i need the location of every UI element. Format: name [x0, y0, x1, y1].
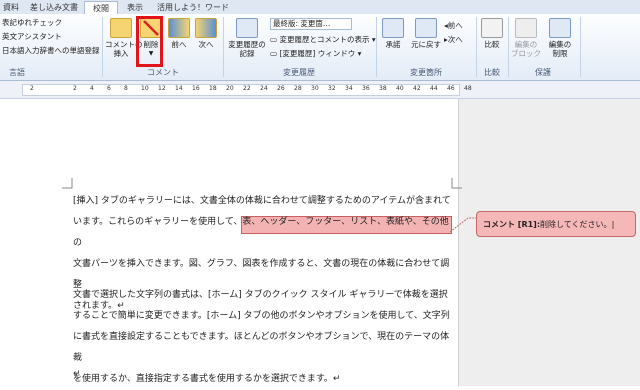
reviewing-pane-button[interactable]: ▭ [変更履歴] ウィンドウ ▾ [270, 48, 361, 59]
previous-comment-button[interactable]: 前へ [168, 18, 190, 49]
ruler-number: 48 [464, 85, 472, 92]
ruler-number: 26 [277, 85, 285, 92]
ruler-number: 22 [243, 85, 251, 92]
markup-area [458, 99, 640, 386]
group-label-language: 言語 [9, 68, 25, 77]
compare-button[interactable]: 比較 [480, 18, 504, 49]
block-authors-icon [515, 18, 537, 38]
previous-arrow-icon [168, 18, 190, 38]
restrict-editing-button[interactable]: 編集の 制限 [544, 18, 576, 58]
group-label-tracking: 変更履歴 [283, 68, 315, 77]
new-comment-button[interactable]: コメントの 挿入 [105, 18, 143, 58]
accept-button[interactable]: 承諾 [380, 18, 406, 49]
comment-balloon[interactable]: コメント [R1]:削除してください。| [476, 211, 636, 237]
group-label-compare: 比較 [484, 68, 500, 77]
comment-connector [450, 217, 478, 233]
comment-author-label: コメント [R1]: [483, 220, 541, 229]
ribbon: 表記ゆれチェック 英文アシスタント 日本語入力辞書への単語登録 言語 コメントの… [0, 14, 640, 81]
group-label-protect: 保護 [535, 68, 551, 77]
show-markup-button[interactable]: ▭ 変更履歴とコメントの表示 ▾ [270, 34, 376, 45]
divider [376, 17, 377, 77]
compare-icon [481, 18, 503, 38]
english-assistant[interactable]: 英文アシスタント [2, 31, 62, 42]
ruler-number: 44 [430, 85, 438, 92]
ruler-number: 28 [294, 85, 302, 92]
block-authors-button[interactable]: 編集の ブロック [510, 18, 542, 58]
ruler-number: 32 [328, 85, 336, 92]
ruler-number: 2 [30, 85, 34, 92]
track-changes-icon [236, 18, 258, 38]
track-changes-button[interactable]: 変更履歴の 記録 [226, 18, 268, 58]
divider [580, 17, 581, 77]
ruler-number: 16 [192, 85, 200, 92]
page-corner-mark [451, 178, 462, 189]
ruler-number: 36 [362, 85, 370, 92]
reject-button[interactable]: 元に戻す [408, 18, 444, 49]
ruler-number: 46 [447, 85, 455, 92]
divider [476, 17, 477, 77]
spelling-variation-check[interactable]: 表記ゆれチェック [2, 17, 62, 28]
ruler-number: 4 [90, 85, 94, 92]
ruler-number: 40 [396, 85, 404, 92]
page-corner-mark [62, 178, 73, 189]
ribbon-tab-bar: 資料 差し込み文書 校閲 表示 活用しよう！ワード [0, 0, 640, 16]
reject-icon [415, 18, 437, 38]
accept-check-icon [382, 18, 404, 38]
ruler-number: 14 [175, 85, 183, 92]
ruler-number: 42 [413, 85, 421, 92]
comment-text[interactable]: 削除してください。 [540, 220, 612, 229]
divider [102, 17, 103, 77]
ruler-number: 6 [107, 85, 111, 92]
ruler-number: 18 [209, 85, 217, 92]
highlight-box [136, 16, 163, 67]
next-arrow-icon [195, 18, 217, 38]
ruler-strip [22, 84, 460, 96]
tab-view[interactable]: 表示 [120, 1, 150, 14]
divider [508, 17, 509, 77]
tab-references[interactable]: 資料 [0, 1, 22, 14]
restrict-editing-icon [549, 18, 571, 38]
next-change-button[interactable]: ▸次へ [444, 34, 463, 45]
new-comment-icon [110, 18, 132, 38]
display-for-review-dropdown[interactable]: 最終版: 変更箇… [270, 18, 352, 30]
ruler-number: 38 [379, 85, 387, 92]
ruler-number: 30 [311, 85, 319, 92]
ruler-number: 24 [260, 85, 268, 92]
group-label-comments: コメント [147, 68, 179, 77]
next-comment-button[interactable]: 次へ [195, 18, 217, 49]
ruler-number: 12 [158, 85, 166, 92]
ruler-number: 8 [124, 85, 128, 92]
ruler-number: 20 [226, 85, 234, 92]
previous-change-button[interactable]: ◂前へ [444, 20, 463, 31]
group-label-changes: 変更箇所 [410, 68, 442, 77]
horizontal-ruler[interactable]: 2 2 4 6 8 10 12 14 16 18 20 22 24 26 28 30 32 34 36 38 40 42 4… [0, 81, 640, 99]
ime-dictionary-register[interactable]: 日本語入力辞書への単語登録 [2, 45, 100, 56]
text-cursor: | [611, 220, 615, 229]
ruler-number: 2 [73, 85, 77, 92]
ruler-number: 34 [345, 85, 353, 92]
paragraph-3[interactable]: ↵ [73, 364, 453, 385]
tab-word-tips[interactable]: 活用しよう！ワード [154, 1, 232, 14]
ruler-number: 10 [141, 85, 149, 92]
tab-mailings[interactable]: 差し込み文書 [26, 1, 82, 14]
